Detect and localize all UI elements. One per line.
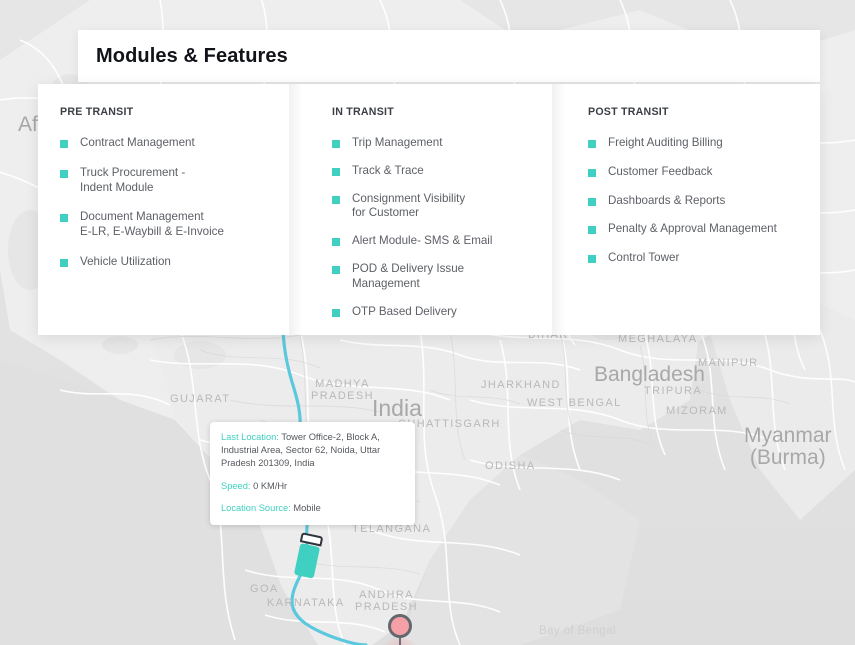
feature-label: Trip Management [352,136,443,149]
list-item[interactable]: OTP Based Delivery [332,305,544,320]
tooltip-row-location-source: Location Source: Mobile [221,502,404,515]
list-item[interactable]: Document Management E-LR, E-Waybill & E-… [60,210,286,240]
list-item[interactable]: Vehicle Utilization [60,255,286,270]
list-item[interactable]: Track & Trace [332,164,544,179]
column-heading: IN TRANSIT [332,106,394,118]
bullet-square-icon [60,214,68,223]
bullet-square-icon [588,255,596,264]
feature-label: Customer Feedback [608,164,713,178]
pin-dot [388,614,412,638]
bullet-square-icon [588,168,596,177]
page-title: Modules & Features [96,44,288,67]
bullet-square-icon [60,169,68,178]
list-item[interactable]: Penalty & Approval Management [588,222,806,237]
bullet-square-icon [332,266,340,275]
list-item[interactable]: Truck Procurement - Indent Module [60,166,286,196]
bullet-square-icon [588,140,596,148]
feature-list: Trip Management Track & Trace Consignment … [332,136,544,320]
bullet-square-icon [60,259,68,268]
feature-label: Dashboards & Reports [608,193,726,207]
list-item[interactable]: Freight Auditing Billing [588,136,806,151]
list-item[interactable]: Customer Feedback [588,165,806,180]
module-column-pre-transit: PRE TRANSIT Contract Management Truck Proc… [38,84,300,335]
location-source-label: Location Source: [221,502,291,513]
feature-label: Track & Trace [352,163,424,177]
screen-root: Af India Bangladesh Myanmar (Burma) GUJARAT MA… [0,0,855,645]
vehicle-info-tooltip: Last Location: Tower Office-2, Block A, … [210,422,415,525]
speed-label: Speed: [221,480,251,491]
bullet-square-icon [332,167,340,176]
feature-label: POD & Delivery Issue Management [352,262,465,290]
map-pin-icon[interactable] [382,614,418,645]
bullet-square-icon [588,197,596,206]
bullet-square-icon [588,226,596,235]
feature-label: Contract Management [80,136,195,149]
column-heading: PRE TRANSIT [60,106,134,118]
feature-label: Control Tower [608,251,680,265]
feature-label: Freight Auditing Billing [608,136,723,149]
bullet-square-icon [332,140,340,148]
modules-panel-body: PRE TRANSIT Contract Management Truck Proc… [38,84,820,335]
location-source-value: Mobile [293,502,321,513]
bullet-square-icon [332,195,340,204]
bullet-square-icon [60,140,68,148]
list-item[interactable]: Dashboards & Reports [588,194,806,209]
feature-label: Consignment Visibility for Customer [352,191,466,220]
bullet-square-icon [332,308,340,317]
tooltip-row-speed: Speed: 0 KM/Hr [221,480,404,493]
module-column-in-transit: IN TRANSIT Trip Management Track & Trace Co… [300,84,558,335]
feature-label: Penalty & Approval Management [608,222,777,236]
speed-value: 0 KM/Hr [253,480,288,491]
tooltip-row-last-location: Last Location: Tower Office-2, Block A, … [221,431,404,471]
list-item[interactable]: Trip Management [332,136,544,151]
list-item[interactable]: Contract Management [60,136,286,151]
feature-label: Truck Procurement - Indent Module [80,165,186,194]
feature-label: Alert Module- SMS & Email [352,234,493,248]
module-column-post-transit: POST TRANSIT Freight Auditing Billing Cust… [558,84,820,335]
list-item[interactable]: POD & Delivery Issue Management [332,262,544,292]
list-item[interactable]: Control Tower [588,251,806,266]
bullet-square-icon [332,238,340,247]
feature-label: OTP Based Delivery [352,304,457,318]
modules-panel-header: Modules & Features [78,30,820,82]
feature-list: Contract Management Truck Procurement - I… [60,136,286,270]
feature-label: Document Management E-LR, E-Waybill & E-… [80,210,224,239]
list-item[interactable]: Consignment Visibility for Customer [332,192,544,222]
last-location-label: Last Location: [221,432,279,442]
list-item[interactable]: Alert Module- SMS & Email [332,234,544,249]
feature-label: Vehicle Utilization [80,255,171,269]
column-heading: POST TRANSIT [588,106,669,118]
feature-list: Freight Auditing Billing Customer Feedbac… [588,136,806,266]
